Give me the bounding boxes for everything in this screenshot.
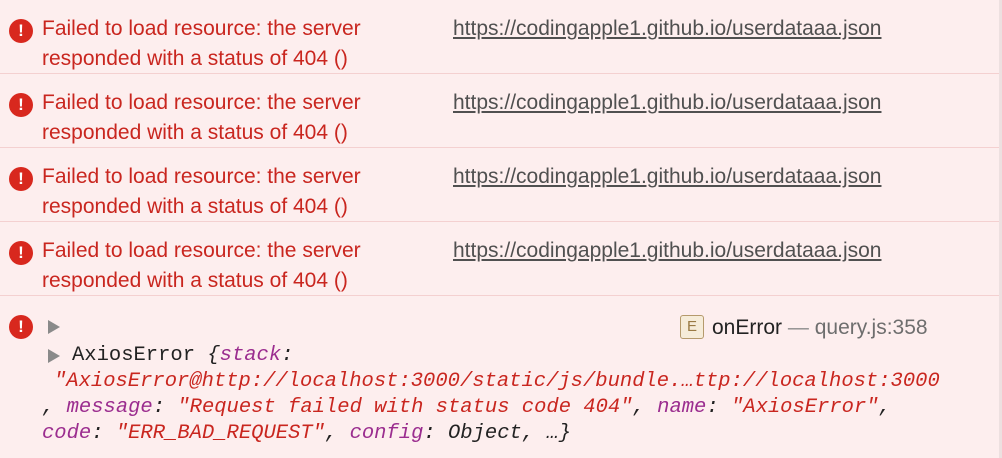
error-icon: ! — [9, 19, 33, 43]
event-listener-badge-icon: E — [680, 315, 704, 339]
stack-value: "AxiosError@http://localhost:3000/static… — [54, 370, 940, 393]
object-expand-triangle-icon[interactable] — [48, 349, 60, 363]
error-message: Failed to load resource: the server resp… — [42, 91, 361, 144]
open-brace: { — [207, 344, 220, 367]
config-key: config — [349, 422, 424, 445]
name-value: "AxiosError" — [730, 396, 879, 419]
resource-url-link[interactable]: https://codingapple1.github.io/userdataa… — [453, 14, 881, 44]
message-value: "Request failed with status code 404" — [177, 396, 633, 419]
function-name: onError — [712, 316, 783, 339]
error-icon: ! — [9, 241, 33, 265]
console-panel: ! Failed to load resource: the server res… — [0, 0, 1002, 458]
config-value[interactable]: Object — [448, 422, 522, 445]
source-location-link[interactable]: query.js:358 — [815, 316, 928, 339]
axios-object-line-3: , message: "Request failed with status c… — [42, 396, 891, 419]
error-message: Failed to load resource: the server resp… — [42, 17, 361, 70]
stack-key: stack — [219, 344, 282, 367]
log-source: EonError — query.js:358 — [680, 314, 928, 342]
error-icon: ! — [9, 93, 33, 117]
separator: — — [787, 316, 809, 339]
axios-object-line-2: "AxiosError@http://localhost:3000/static… — [54, 369, 940, 395]
resource-url-link[interactable]: https://codingapple1.github.io/userdataa… — [453, 162, 881, 192]
ellipsis-close: …} — [546, 422, 572, 445]
object-name: AxiosError — [72, 344, 196, 367]
network-error-row: ! Failed to load resource: the server res… — [0, 148, 1002, 222]
code-value: "ERR_BAD_REQUEST" — [115, 422, 325, 445]
error-icon: ! — [9, 315, 33, 339]
disclosure-triangle-icon[interactable] — [48, 320, 60, 334]
network-error-row: ! Failed to load resource: the server res… — [0, 74, 1002, 148]
axios-object-line-1[interactable]: AxiosError {stack: — [72, 343, 293, 369]
name-key: name — [657, 396, 707, 419]
error-icon: ! — [9, 167, 33, 191]
network-error-row: ! Failed to load resource: the server res… — [0, 0, 1002, 74]
code-key: code — [42, 422, 92, 445]
error-message: Failed to load resource: the server resp… — [42, 165, 361, 218]
axios-object-line-4: code: "ERR_BAD_REQUEST", config: Object,… — [42, 422, 572, 445]
resource-url-link[interactable]: https://codingapple1.github.io/userdataa… — [453, 88, 881, 118]
resource-url-link[interactable]: https://codingapple1.github.io/userdataa… — [453, 236, 881, 266]
network-error-row: ! Failed to load resource: the server res… — [0, 222, 1002, 296]
message-key: message — [66, 396, 153, 419]
error-message: Failed to load resource: the server resp… — [42, 239, 361, 292]
